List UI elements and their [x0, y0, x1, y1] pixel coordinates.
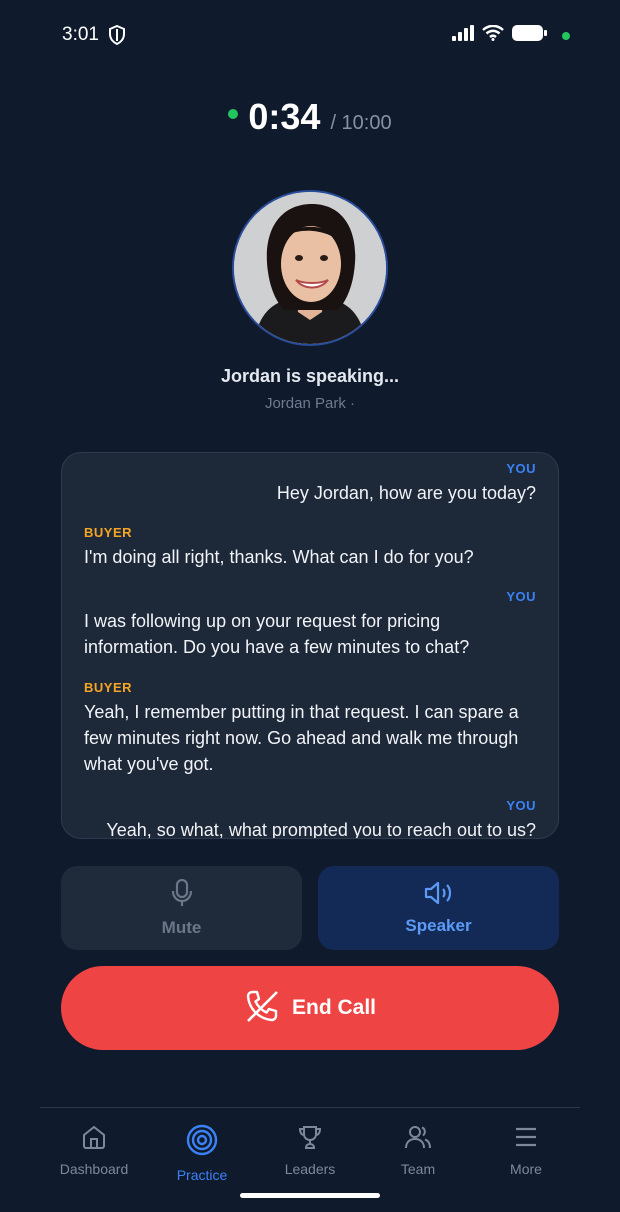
speaker-label-you: YOU: [506, 461, 536, 476]
nav-item-more[interactable]: More: [472, 1124, 580, 1183]
target-icon: [186, 1124, 218, 1161]
shield-icon: [108, 24, 126, 50]
speaker-icon: [424, 881, 454, 910]
transcript-panel[interactable]: YOU Hey Jordan, how are you today? BUYER…: [61, 452, 559, 839]
transcript-message: YOU Hey Jordan, how are you today?: [84, 461, 536, 506]
nav-label: Team: [400, 1161, 436, 1177]
nav-label: Leaders: [284, 1161, 336, 1177]
timer-elapsed: 0:34: [248, 96, 321, 137]
nav-item-dashboard[interactable]: Dashboard: [40, 1124, 148, 1183]
nav-item-team[interactable]: Team: [364, 1124, 472, 1183]
nav-divider: [40, 1107, 580, 1108]
menu-icon: [513, 1124, 539, 1155]
nav-item-leaders[interactable]: Leaders: [256, 1124, 364, 1183]
end-call-button[interactable]: End Call: [61, 966, 559, 1050]
nav-label: Practice: [176, 1167, 228, 1183]
nav-label: Dashboard: [59, 1161, 129, 1177]
microphone-icon: [170, 878, 194, 912]
home-indicator[interactable]: [240, 1193, 380, 1198]
speaker-label-you: YOU: [506, 589, 536, 604]
speaker-label-you: YOU: [506, 798, 536, 813]
message-text: Hey Jordan, how are you today?: [276, 483, 536, 503]
speaker-label-buyer: BUYER: [84, 525, 133, 540]
transcript-message: YOU I was following up on your request f…: [84, 589, 536, 660]
users-icon: [404, 1124, 432, 1155]
speaker-button[interactable]: Speaker: [318, 866, 559, 950]
mute-button[interactable]: Mute: [61, 866, 302, 950]
message-text: I was following up on your request for p…: [84, 611, 470, 657]
nav-item-practice[interactable]: Practice: [148, 1124, 256, 1183]
signal-icon: [452, 25, 474, 46]
message-text: Yeah, so what, what prompted you to reac…: [106, 820, 536, 839]
privacy-indicator-dot: [562, 31, 570, 40]
caller-avatar: [232, 190, 388, 346]
transcript-message: YOU Yeah, so what, what prompted you to …: [84, 798, 536, 839]
end-call-label: End Call: [291, 996, 376, 1019]
transcript-message: BUYER Yeah, I remember putting in that r…: [84, 680, 536, 777]
battery-icon: [512, 24, 548, 47]
timer-total: / 10:00: [330, 112, 392, 134]
transcript-message: BUYER I'm doing all right, thanks. What …: [84, 525, 536, 570]
status-indicators: [452, 24, 570, 47]
home-icon: [81, 1124, 107, 1155]
message-text: Yeah, I remember putting in that request…: [84, 702, 519, 774]
mute-label: Mute: [161, 917, 202, 937]
trophy-icon: [297, 1124, 323, 1155]
speaking-status: Jordan is speaking...: [220, 366, 400, 386]
speaker-label-buyer: BUYER: [84, 680, 133, 695]
status-bar: 3:01: [0, 0, 620, 70]
message-text: I'm doing all right, thanks. What can I …: [84, 547, 474, 567]
bottom-nav: Dashboard Practice Leaders Team More: [40, 1124, 580, 1183]
live-indicator-dot: [228, 109, 239, 119]
call-timer: 0:34 / 10:00: [0, 96, 620, 138]
speaker-label: Speaker: [405, 915, 472, 935]
wifi-icon: [482, 24, 504, 46]
status-time: 3:01: [62, 24, 99, 45]
nav-label: More: [510, 1161, 542, 1177]
caller-name: Jordan Park ·: [264, 395, 356, 412]
phone-off-icon: [244, 988, 280, 1029]
